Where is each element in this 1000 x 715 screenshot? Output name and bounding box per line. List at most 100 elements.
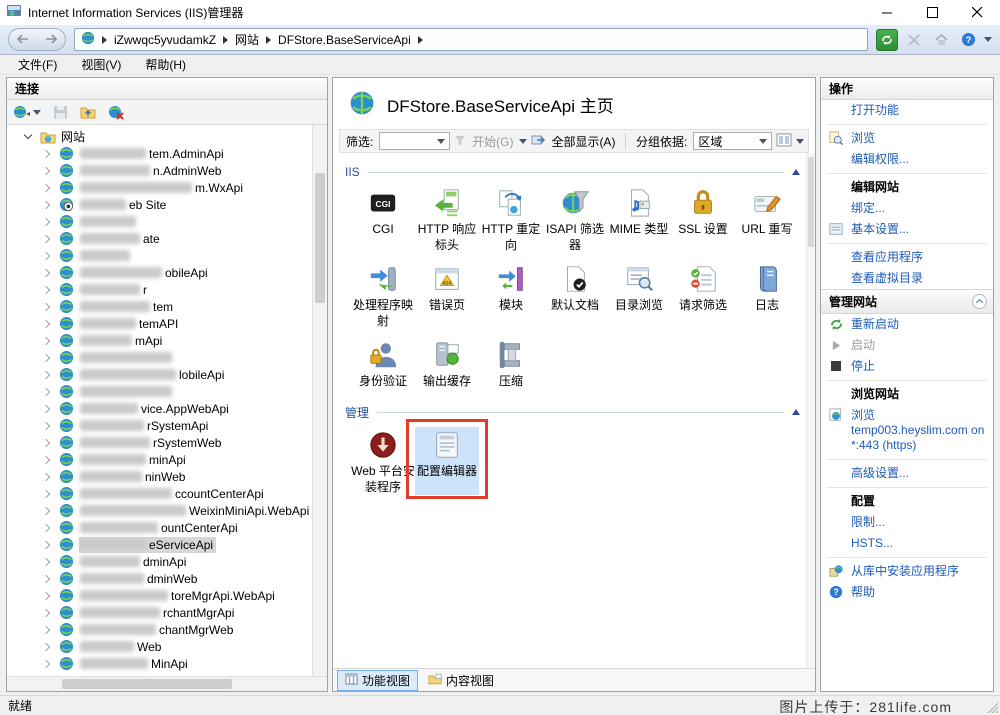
expand-chevron-icon[interactable]	[42, 523, 50, 531]
menu-item[interactable]: 帮助(H)	[135, 54, 196, 75]
expand-chevron-icon[interactable]	[42, 200, 50, 208]
tree-site-row[interactable]: Web	[7, 638, 312, 655]
expand-chevron-icon[interactable]	[42, 387, 50, 395]
tree-site-row[interactable]: rchantMgrApi	[7, 604, 312, 621]
resize-grip[interactable]	[985, 700, 998, 713]
tree-site-row[interactable]: temAPI	[7, 315, 312, 332]
expand-chevron-icon[interactable]	[42, 251, 50, 259]
expand-chevron-icon[interactable]	[42, 506, 50, 514]
tree-site-row[interactable]: dminWeb	[7, 570, 312, 587]
menu-item[interactable]: 文件(F)	[8, 54, 67, 75]
action-link[interactable]: 绑定...	[821, 198, 993, 219]
feature-default-document[interactable]: 默认文档	[543, 261, 607, 329]
action-link[interactable]: 查看应用程序	[821, 247, 993, 268]
feature-error-pages[interactable]: 404 错误页	[415, 261, 479, 329]
expand-chevron-icon[interactable]	[42, 319, 50, 327]
filter-go-caret-icon[interactable]	[519, 139, 527, 144]
tree-site-row[interactable]: vice.AppWebApi	[7, 400, 312, 417]
expand-chevron-icon[interactable]	[42, 302, 50, 310]
expand-chevron-icon[interactable]	[42, 370, 50, 378]
expand-chevron-icon[interactable]	[42, 268, 50, 276]
action-link[interactable]: 查看虚拟目录	[821, 268, 993, 289]
tree-site-row[interactable]: WeixinMiniApi.WebApi	[7, 502, 312, 519]
feature-directory-browsing[interactable]: 目录浏览	[607, 261, 671, 329]
tree-site-row[interactable]: eb Site	[7, 196, 312, 213]
feature-handler-mappings[interactable]: 处理程序映射	[351, 261, 415, 329]
expand-chevron-icon[interactable]	[42, 642, 50, 650]
expand-chevron-icon[interactable]	[42, 557, 50, 565]
help-menu-caret-icon[interactable]	[984, 37, 992, 42]
filter-input[interactable]	[379, 132, 450, 150]
action-link[interactable]: 浏览	[821, 128, 993, 149]
expand-chevron-icon[interactable]	[42, 591, 50, 599]
breadcrumb[interactable]: iZwwqc5yvudamkZ网站DFStore.BaseServiceApi	[74, 28, 868, 51]
tree-site-row[interactable]: rSystemWeb	[7, 434, 312, 451]
tree-site-row[interactable]: mApi	[7, 332, 312, 349]
feature-http-redirect[interactable]: HTTP 重定向	[479, 185, 543, 253]
action-link[interactable]: 浏览 temp003.heyslim.com on *:443 (https)	[821, 405, 993, 456]
collapse-chevron-icon[interactable]	[24, 131, 32, 139]
tree-site-row[interactable]: ninWeb	[7, 468, 312, 485]
tree-site-row[interactable]: minApi	[7, 451, 312, 468]
expand-chevron-icon[interactable]	[42, 625, 50, 633]
view-toggle-icon[interactable]	[776, 133, 792, 150]
group-by-select[interactable]: 区域	[693, 132, 772, 150]
feature-web-platform-installer[interactable]: Web 平台安装程序	[351, 427, 415, 495]
breadcrumb-segment[interactable]: DFStore.BaseServiceApi	[274, 33, 415, 47]
feature-request-filtering[interactable]: 请求筛选	[671, 261, 735, 329]
tree-site-row[interactable]: tem	[7, 298, 312, 315]
features-scrollbar[interactable]	[806, 153, 815, 668]
feature-url-rewrite[interactable]: URL 重写	[735, 185, 799, 253]
expand-chevron-icon[interactable]	[42, 421, 50, 429]
tree-site-row[interactable]: ountCenterApi	[7, 519, 312, 536]
feature-ssl-settings[interactable]: SSL 设置	[671, 185, 735, 253]
show-all-button[interactable]: 全部显示(A)	[549, 133, 617, 150]
action-link[interactable]: 基本设置...	[821, 219, 993, 240]
tree-site-row[interactable]: m.WxApi	[7, 179, 312, 196]
expand-chevron-icon[interactable]	[42, 608, 50, 616]
minimize-button[interactable]	[865, 0, 910, 25]
tree-site-row[interactable]	[7, 247, 312, 264]
action-link[interactable]: 限制...	[821, 512, 993, 533]
feature-cgi[interactable]: CGI CGI	[351, 185, 415, 253]
collapse-section-button[interactable]	[972, 294, 987, 309]
tree-site-row[interactable]: ate	[7, 230, 312, 247]
save-icon[interactable]	[51, 103, 70, 122]
expand-chevron-icon[interactable]	[42, 455, 50, 463]
expand-chevron-icon[interactable]	[42, 149, 50, 157]
expand-chevron-icon[interactable]	[42, 336, 50, 344]
action-link[interactable]: HSTS...	[821, 533, 993, 554]
action-link[interactable]: 编辑权限...	[821, 149, 993, 170]
expand-chevron-icon[interactable]	[42, 234, 50, 242]
restart-button[interactable]	[876, 29, 898, 51]
tree-site-row[interactable]: obileApi	[7, 264, 312, 281]
up-folder-icon[interactable]	[78, 103, 98, 121]
view-toggle-caret-icon[interactable]	[796, 139, 804, 144]
tree-site-row[interactable]: n.AdminWeb	[7, 162, 312, 179]
disconnect-icon[interactable]	[106, 103, 126, 122]
expand-chevron-icon[interactable]	[42, 183, 50, 191]
forward-icon[interactable]	[45, 33, 57, 47]
breadcrumb-segment[interactable]: iZwwqc5yvudamkZ	[110, 33, 220, 47]
back-icon[interactable]	[17, 33, 29, 47]
expand-chevron-icon[interactable]	[42, 489, 50, 497]
menu-item[interactable]: 视图(V)	[71, 54, 131, 75]
feature-compression[interactable]: 压缩	[479, 337, 543, 390]
tab-features-view[interactable]: 功能视图	[337, 670, 418, 691]
tree-node-sites[interactable]: 网站	[7, 128, 312, 145]
action-link[interactable]: 重新启动	[821, 314, 993, 335]
action-link[interactable]: 从库中安装应用程序	[821, 561, 993, 582]
close-button[interactable]	[955, 0, 1000, 25]
expand-chevron-icon[interactable]	[42, 353, 50, 361]
section-collapse-icon[interactable]	[792, 409, 800, 415]
filter-go-button[interactable]: 开始(G)	[470, 133, 515, 150]
tree-site-row[interactable]: lobileApi	[7, 366, 312, 383]
feature-configuration-editor[interactable]: 配置编辑器	[415, 427, 479, 495]
action-link[interactable]: 高级设置...	[821, 463, 993, 484]
feature-mime-types[interactable]: MIME 类型	[607, 185, 671, 253]
expand-chevron-icon[interactable]	[42, 540, 50, 548]
feature-modules[interactable]: 模块	[479, 261, 543, 329]
expand-chevron-icon[interactable]	[42, 659, 50, 667]
tree-site-row[interactable]: rSystemApi	[7, 417, 312, 434]
tree-site-row[interactable]: MinApi	[7, 655, 312, 672]
